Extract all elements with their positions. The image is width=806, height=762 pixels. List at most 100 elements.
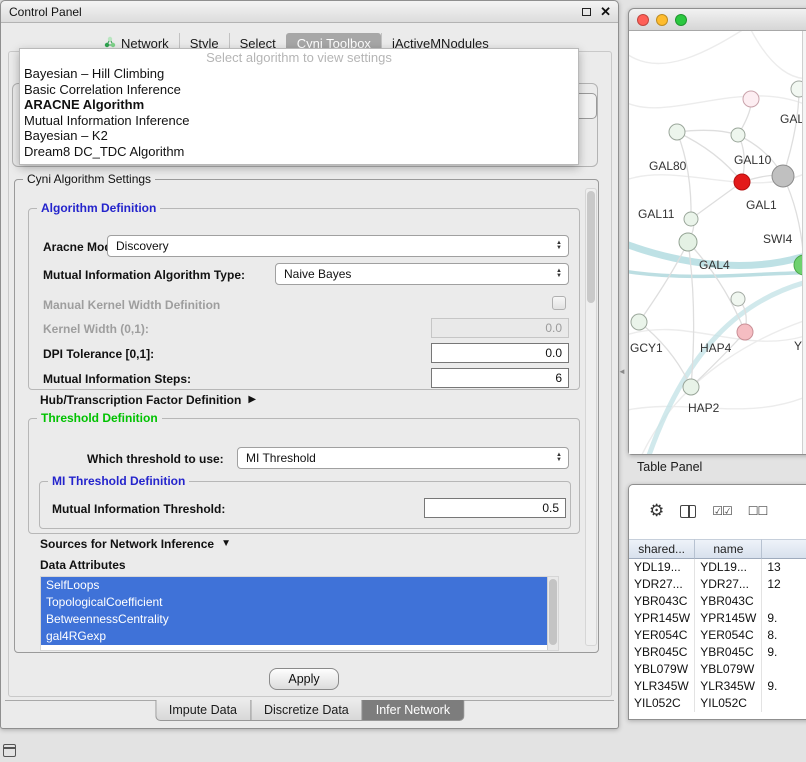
settings-group-title: Cyni Algorithm Settings <box>23 172 155 186</box>
settings-scrollbar[interactable] <box>585 188 597 646</box>
table-row[interactable]: YPR145WYPR145W9. <box>629 610 806 627</box>
node-label-gal10: GAL10 <box>734 153 772 167</box>
network-node[interactable] <box>731 128 745 142</box>
scrollbar-thumb[interactable] <box>549 579 557 645</box>
column-header-shared[interactable]: shared... <box>629 539 695 559</box>
network-canvas[interactable]: GAL80GALGAL10GAL11GAL1SWI4GAL4GCY1HAP4YH… <box>629 31 804 454</box>
select-all-columns-icon[interactable]: ☑☑ <box>712 504 732 518</box>
columns-icon[interactable] <box>680 505 696 518</box>
algorithm-option-bayesian-k2[interactable]: Bayesian – K2 <box>20 128 578 144</box>
table-cell: YPR145W <box>629 610 695 627</box>
manual-kernel-label: Manual Kernel Width Definition <box>43 298 220 312</box>
mi-threshold-group: MI Threshold Definition Mutual Informati… <box>39 481 571 529</box>
network-node[interactable] <box>731 292 745 306</box>
aracne-mode-combobox[interactable]: Discovery ▲▼ <box>107 235 569 257</box>
bottom-tab-impute-data[interactable]: Impute Data <box>155 700 251 721</box>
mi-steps-field[interactable]: 6 <box>431 368 569 388</box>
table-cell: YPR145W <box>695 610 762 627</box>
node-label-swi4: SWI4 <box>763 232 793 246</box>
bottom-tab-discretize-data[interactable]: Discretize Data <box>250 700 363 721</box>
mi-type-label: Mutual Information Algorithm Type: <box>43 268 245 282</box>
attribute-item-betweennesscentrality[interactable]: BetweennessCentrality <box>41 611 547 628</box>
apply-button[interactable]: Apply <box>269 668 339 690</box>
network-node[interactable] <box>743 91 759 107</box>
splitter-grip-icon[interactable]: ◄ <box>618 367 626 376</box>
algorithm-option-mutual-information-inference[interactable]: Mutual Information Inference <box>20 113 578 129</box>
column-header-extra[interactable] <box>762 539 806 559</box>
aracne-mode-value: Discovery <box>108 239 556 253</box>
table-cell: 9. <box>762 644 806 661</box>
algorithm-dropdown-list: Select algorithm to view settings Bayesi… <box>19 48 579 165</box>
gear-icon[interactable]: ⚙ <box>649 502 664 520</box>
network-vertical-scrollbar[interactable]: ▲ <box>802 31 806 454</box>
network-node[interactable] <box>737 324 753 340</box>
algorithm-option-basic-correlation-inference[interactable]: Basic Correlation Inference <box>20 82 578 98</box>
table-row[interactable]: YIL052CYIL052C <box>629 695 806 712</box>
network-edge-decor <box>629 31 749 64</box>
attribute-item-selfloops[interactable]: SelfLoops <box>41 577 547 594</box>
table-cell: YIL052C <box>629 695 695 712</box>
scrollbar-thumb[interactable] <box>587 191 595 303</box>
table-cell: YLR345W <box>629 678 695 695</box>
bottom-tab-infer-network[interactable]: Infer Network <box>362 700 464 721</box>
table-cell: YDR27... <box>695 576 762 593</box>
algorithm-option-dream8-dc-tdc-algorithm[interactable]: Dream8 DC_TDC Algorithm <box>20 144 578 160</box>
expand-arrow-icon[interactable]: ▶ <box>248 394 256 406</box>
mi-type-combobox[interactable]: Naive Bayes ▲▼ <box>275 263 569 285</box>
dpi-tolerance-field[interactable]: 0.0 <box>431 343 569 363</box>
hub-definition-section[interactable]: Hub/Transcription Factor Definition ▶ <box>40 393 256 407</box>
network-node[interactable] <box>684 212 698 226</box>
algorithm-option-bayesian-hill-climbing[interactable]: Bayesian – Hill Climbing <box>20 66 578 82</box>
data-attributes-list[interactable]: SelfLoopsTopologicalCoefficientBetweenne… <box>40 576 559 651</box>
attribute-item-gal4rgexp[interactable]: gal4RGexp <box>41 628 547 645</box>
algorithm-option-aracne-algorithm[interactable]: ARACNE Algorithm <box>20 97 578 113</box>
collapse-arrow-icon[interactable]: ▼ <box>221 538 231 550</box>
table-row[interactable]: YLR345WYLR345W9. <box>629 678 806 695</box>
close-icon[interactable]: ✕ <box>600 5 611 18</box>
node-label-hap2: HAP2 <box>688 401 720 415</box>
minimized-panel-icon[interactable] <box>3 744 16 757</box>
which-threshold-combobox[interactable]: MI Threshold ▲▼ <box>237 447 569 469</box>
window-title: Control Panel <box>9 5 82 19</box>
mi-threshold-field[interactable]: 0.5 <box>424 498 566 518</box>
node-label-gal11: GAL11 <box>638 207 675 221</box>
network-node[interactable] <box>669 124 685 140</box>
close-traffic-button[interactable] <box>637 14 649 26</box>
manual-kernel-checkbox[interactable] <box>552 296 566 310</box>
table-row[interactable]: YBL079WYBL079W <box>629 661 806 678</box>
network-canvas-container: GAL80GALGAL10GAL11GAL1SWI4GAL4GCY1HAP4YH… <box>629 31 806 454</box>
kernel-width-field[interactable]: 0.0 <box>431 318 569 338</box>
attributes-scrollbar[interactable] <box>547 577 558 650</box>
table-row[interactable]: YDL19...YDL19...13 <box>629 559 806 576</box>
table-cell: YBL079W <box>695 661 762 678</box>
column-header-name[interactable]: name <box>695 539 762 559</box>
table-body: YDL19...YDL19...13YDR27...YDR27...12YBR0… <box>629 559 806 719</box>
attribute-item-topologicalcoefficient[interactable]: TopologicalCoefficient <box>41 594 547 611</box>
float-window-icon[interactable] <box>582 8 591 16</box>
combo-arrows-icon: ▲▼ <box>556 269 562 279</box>
zoom-traffic-button[interactable] <box>675 14 687 26</box>
table-row[interactable]: YBR043CYBR043C <box>629 593 806 610</box>
mi-type-value: Naive Bayes <box>276 267 556 281</box>
network-edge[interactable] <box>677 130 738 135</box>
sources-section[interactable]: Sources for Network Inference ▼ <box>40 537 231 551</box>
network-window-titlebar[interactable] <box>629 9 806 31</box>
control-panel-titlebar[interactable]: Control Panel ✕ <box>1 1 618 23</box>
network-node[interactable] <box>772 165 794 187</box>
node-label-gal4: GAL4 <box>699 258 730 272</box>
table-row[interactable]: YBR045CYBR045C9. <box>629 644 806 661</box>
deselect-all-columns-icon[interactable]: ☐☐ <box>748 504 768 518</box>
network-node[interactable] <box>679 233 697 251</box>
network-node[interactable] <box>683 379 699 395</box>
dropdown-placeholder: Select algorithm to view settings <box>20 49 578 66</box>
network-edge[interactable] <box>691 182 742 219</box>
mi-steps-label: Mutual Information Steps: <box>43 372 191 386</box>
network-edge[interactable] <box>783 176 804 265</box>
network-node[interactable] <box>631 314 647 330</box>
network-node[interactable] <box>734 174 750 190</box>
table-row[interactable]: YDR27...YDR27...12 <box>629 576 806 593</box>
table-row[interactable]: YER054CYER054C8. <box>629 627 806 644</box>
table-cell: YDR27... <box>629 576 695 593</box>
node-label-gal80: GAL80 <box>649 159 687 173</box>
minimize-traffic-button[interactable] <box>656 14 668 26</box>
